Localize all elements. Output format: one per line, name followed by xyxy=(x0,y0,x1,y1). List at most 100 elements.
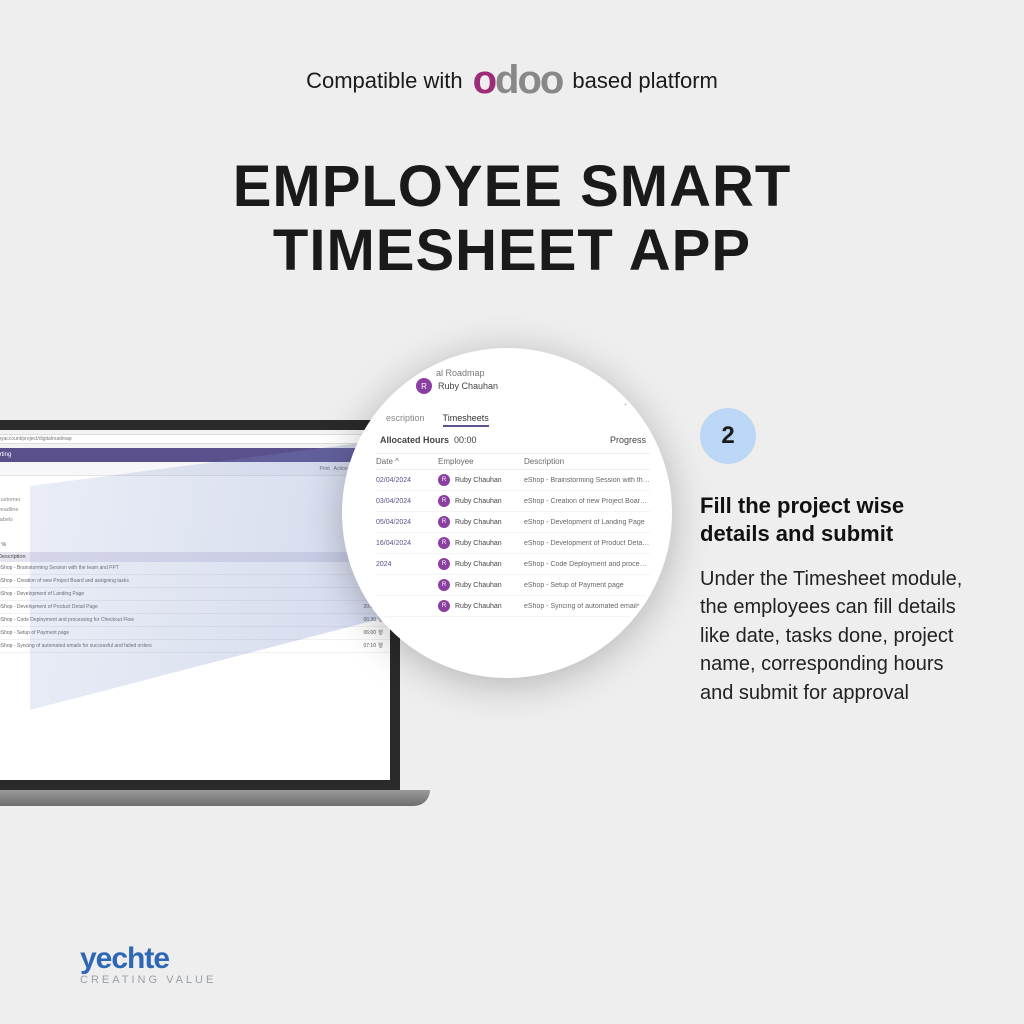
meta-fields: Sequence YC-2100 Project Digital Roadmap… xyxy=(0,495,390,525)
mag-col-description[interactable]: Description xyxy=(524,457,650,466)
cell-date: 05/04/2024 xyxy=(376,519,438,526)
delete-icon[interactable]: 🗑 xyxy=(376,630,384,636)
print-button[interactable]: Print xyxy=(319,466,329,472)
cell-employee: RRuby Chauhan xyxy=(438,558,524,570)
mag-tab-description[interactable]: escription xyxy=(386,413,425,427)
yechte-logo: yechte CREATING VALUE xyxy=(80,942,216,986)
laptop-mock: ← → ↻ 🔒 yechte.com/employeelogin/myaccou… xyxy=(0,420,400,806)
cell-date: 02/04/2024 xyxy=(376,477,438,484)
mag-tab-timesheets[interactable]: Timesheets xyxy=(443,413,489,427)
table-row[interactable]: RRuby ChauhaneShop - Syncing of automate… xyxy=(376,596,650,617)
compat-suffix: based platform xyxy=(572,68,718,94)
url-text: yechte.com/employeelogin/myaccount/proje… xyxy=(0,436,72,442)
table-row[interactable]: 03/04/2024RRuby ChauhaneShop - Creation … xyxy=(376,491,650,512)
table-row[interactable]: 02/04/2024RRuby ChauhaneShop - Brainstor… xyxy=(0,562,390,575)
avatar-icon: R xyxy=(416,378,432,394)
magnifier: al Roadmap R Ruby Chauhan Labe escriptio… xyxy=(342,348,672,678)
headline-line1: EMPLOYEE SMART xyxy=(0,155,1024,219)
cell-description: eShop - Creation of new Project Board an… xyxy=(524,498,650,505)
avatar-icon: R xyxy=(438,537,450,549)
mag-labels-fragment: Labe xyxy=(624,398,642,407)
cell-employee: RRuby Chauhan xyxy=(438,474,524,486)
mag-employee: Ruby Chauhan xyxy=(438,381,498,391)
cell-employee: RRuby Chauhan xyxy=(438,600,524,612)
cell-description: eShop - Syncing of automated emails for … xyxy=(0,643,340,649)
add-line-button[interactable]: Add a line xyxy=(0,653,390,665)
table-row[interactable]: 13/04/2024RRuby ChauhaneShop - Syncing o… xyxy=(0,640,390,653)
cell-description: eShop - Development of Product Detail Pa… xyxy=(524,540,650,547)
avatar-icon: R xyxy=(438,495,450,507)
table-row[interactable]: 2024RRuby ChauhaneShop - Code Deployment… xyxy=(376,554,650,575)
cell-description: eShop - Development of Landing Page xyxy=(524,519,650,526)
cell-description: eShop - Development of Product Detail Pa… xyxy=(0,604,340,610)
cell-description: eShop - Code Deployment and processing f… xyxy=(524,561,650,568)
avatar-icon: R xyxy=(438,516,450,528)
mag-alloc-label: Allocated Hours xyxy=(380,435,449,445)
step-number: 2 xyxy=(721,422,734,450)
cell-description: eShop - Code Deployment and processing f… xyxy=(0,617,340,623)
alloc-row: Allocated Hours 00:00 Progress 0 % xyxy=(0,538,390,552)
customer-label: Customer xyxy=(0,497,21,503)
laptop-screen: ← → ↻ 🔒 yechte.com/employeelogin/myaccou… xyxy=(0,420,400,790)
step-body: Under the Timesheet module, the employee… xyxy=(700,565,978,707)
nav-reporting[interactable]: Reporting xyxy=(0,452,11,458)
deadline-label: Deadline xyxy=(0,507,21,513)
step-title: Fill the project wise details and submit xyxy=(700,492,978,547)
mag-tabs: escription Timesheets xyxy=(376,413,650,427)
cell-description: eShop - Development of Landing Page xyxy=(0,591,340,597)
laptop-base xyxy=(0,790,430,806)
table-row[interactable]: 08/04/2024RRuby ChauhaneShop - Developme… xyxy=(0,601,390,614)
cell-hours: 07:10 xyxy=(340,643,376,649)
table-row[interactable]: 16/04/2024RRuby ChauhaneShop - Developme… xyxy=(376,533,650,554)
url-field[interactable]: 🔒 yechte.com/employeelogin/myaccount/pro… xyxy=(0,434,384,444)
cell-description: eShop - Setup of Payment page xyxy=(524,582,650,589)
cell-employee: RRuby Chauhan xyxy=(438,516,524,528)
headline: EMPLOYEE SMART TIMESHEET APP xyxy=(0,155,1024,283)
table-row[interactable]: 09/04/2024RRuby ChauhaneShop - Code Depl… xyxy=(0,614,390,627)
page-title-row: ☆ Digital Roadmap xyxy=(0,476,390,495)
table-row[interactable]: 03/04/2024RRuby ChauhaneShop - Creation … xyxy=(0,575,390,588)
mag-col-employee[interactable]: Employee xyxy=(438,457,524,466)
avatar-icon: R xyxy=(438,558,450,570)
cell-description: eShop - Syncing of automated emails for … xyxy=(524,603,650,610)
cell-date: 03/04/2024 xyxy=(376,498,438,505)
mag-roadmap-fragment: al Roadmap xyxy=(376,368,650,378)
table-row[interactable]: 02/04/2024RRuby ChauhaneShop - Brainstor… xyxy=(376,470,650,491)
tabs-row: Description Timesheets xyxy=(0,525,390,538)
mag-col-date[interactable]: Date xyxy=(376,457,393,466)
cell-date: 2024 xyxy=(376,561,438,568)
table-row[interactable]: RRuby ChauhaneShop - Setup of Payment pa… xyxy=(376,575,650,596)
yechte-brand: yechte xyxy=(80,942,216,976)
mag-header: Date ^ Employee Description xyxy=(376,453,650,470)
sheet-header: Date Employee Description Hours Spent xyxy=(0,552,390,562)
cell-employee: RRuby Chauhan xyxy=(438,537,524,549)
odoo-logo: odoo xyxy=(473,58,563,103)
yechte-tagline: CREATING VALUE xyxy=(80,974,216,986)
delete-icon[interactable]: 🗑 xyxy=(376,643,384,649)
mag-meta: Labe xyxy=(376,394,650,413)
labels-label: Labels xyxy=(0,517,21,523)
cell-date: 16/04/2024 xyxy=(376,540,438,547)
avatar-icon: R xyxy=(438,579,450,591)
progress-value: 0 % xyxy=(0,542,6,548)
headline-line2: TIMESHEET APP xyxy=(0,219,1024,283)
cell-description: eShop - Brainstorming Session with the t… xyxy=(0,565,340,571)
avatar-icon: R xyxy=(438,600,450,612)
action-button[interactable]: Action xyxy=(334,466,348,472)
sort-icon[interactable]: ^ xyxy=(395,457,399,466)
browser-bar: ← → ↻ 🔒 yechte.com/employeelogin/myaccou… xyxy=(0,430,390,448)
table-row[interactable]: 05/04/2024RRuby ChauhaneShop - Developme… xyxy=(376,512,650,533)
compat-line: Compatible with odoo based platform xyxy=(0,58,1024,103)
app-nav: Project Projects My Tasks Reporting xyxy=(0,448,390,462)
mag-progress-label: Progress xyxy=(610,435,646,445)
cell-description: eShop - Setup of Payment page xyxy=(0,630,340,636)
mag-alloc: Allocated Hours 00:00 Progress xyxy=(376,427,650,453)
cell-hours: 06:30 xyxy=(340,617,376,623)
step-block: 2 Fill the project wise details and subm… xyxy=(700,408,978,707)
table-row[interactable]: 05/04/2024RRuby ChauhaneShop - Developme… xyxy=(0,588,390,601)
col-description[interactable]: Description xyxy=(0,554,340,560)
cell-description: eShop - Creation of new Project Board an… xyxy=(0,578,340,584)
cell-hours: 06:00 xyxy=(340,630,376,636)
table-row[interactable]: 11/04/2024RRuby ChauhaneShop - Setup of … xyxy=(0,627,390,640)
avatar-icon: R xyxy=(438,474,450,486)
